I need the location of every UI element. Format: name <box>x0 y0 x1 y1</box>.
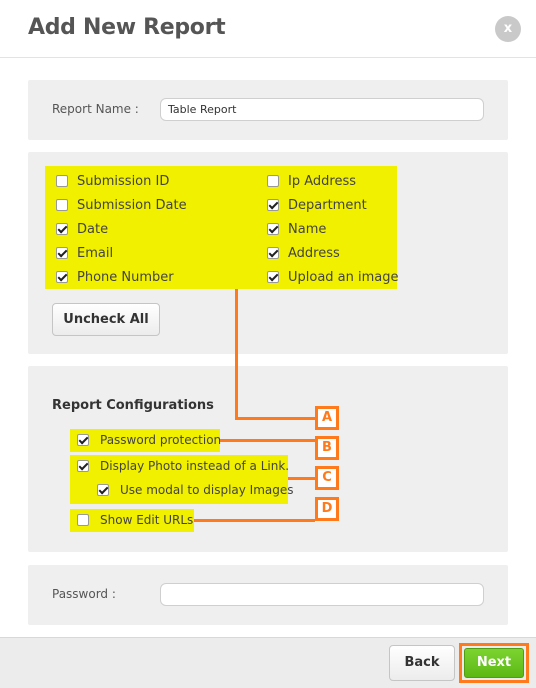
config-section-title: Report Configurations <box>52 398 214 413</box>
annotation-marker-b: B <box>315 436 339 460</box>
field-checkbox-department[interactable] <box>267 199 279 211</box>
field-checkbox-address[interactable] <box>267 247 279 259</box>
field-checkbox-upload-image[interactable] <box>267 271 279 283</box>
field-label-department: Department <box>288 198 367 213</box>
password-protection-checkbox[interactable] <box>77 434 89 446</box>
field-label-address: Address <box>288 246 340 261</box>
display-photo-label: Display Photo instead of a Link. <box>100 459 290 473</box>
show-edit-urls-checkbox[interactable] <box>77 514 89 526</box>
password-protection-label: Password protection <box>100 433 222 447</box>
uncheck-all-button[interactable]: Uncheck All <box>52 303 160 336</box>
close-button[interactable]: x <box>495 16 521 42</box>
field-label-name: Name <box>288 222 327 237</box>
field-label-upload-image: Upload an image <box>288 270 399 285</box>
field-checkbox-phone-number[interactable] <box>56 271 68 283</box>
connector-a-horizontal <box>235 417 315 420</box>
connector-b <box>220 439 315 442</box>
field-checkbox-submission-date[interactable] <box>56 199 68 211</box>
next-button[interactable]: Next <box>464 648 524 678</box>
use-modal-checkbox[interactable] <box>97 484 109 496</box>
field-label-ip-address: Ip Address <box>288 174 356 189</box>
annotation-marker-a: A <box>315 406 339 430</box>
report-name-label: Report Name : <box>52 102 139 116</box>
field-label-email: Email <box>77 246 114 261</box>
password-label: Password : <box>52 587 116 601</box>
connector-c <box>288 477 315 480</box>
field-checkbox-name[interactable] <box>267 223 279 235</box>
next-button-highlight: Next <box>459 643 529 683</box>
display-photo-checkbox[interactable] <box>77 460 89 472</box>
field-label-submission-date: Submission Date <box>77 198 187 213</box>
field-checkbox-submission-id[interactable] <box>56 175 68 187</box>
field-checkbox-email[interactable] <box>56 247 68 259</box>
dialog-footer <box>0 637 536 688</box>
field-checkbox-ip-address[interactable] <box>267 175 279 187</box>
dialog-title: Add New Report <box>28 15 226 40</box>
show-edit-urls-label: Show Edit URLs <box>100 513 194 527</box>
password-input[interactable] <box>160 583 484 606</box>
report-name-input[interactable]: Table Report <box>160 98 484 121</box>
field-label-phone-number: Phone Number <box>77 270 174 285</box>
field-label-submission-id: Submission ID <box>77 174 170 189</box>
use-modal-label: Use modal to display Images <box>120 483 294 497</box>
annotation-marker-c: C <box>315 466 339 490</box>
connector-a-vertical <box>235 289 238 420</box>
field-checkbox-date[interactable] <box>56 223 68 235</box>
field-label-date: Date <box>77 222 109 237</box>
annotation-marker-d: D <box>315 497 339 521</box>
back-button[interactable]: Back <box>389 645 455 681</box>
connector-d <box>194 519 315 522</box>
dialog-header: Add New Report x <box>0 0 536 58</box>
